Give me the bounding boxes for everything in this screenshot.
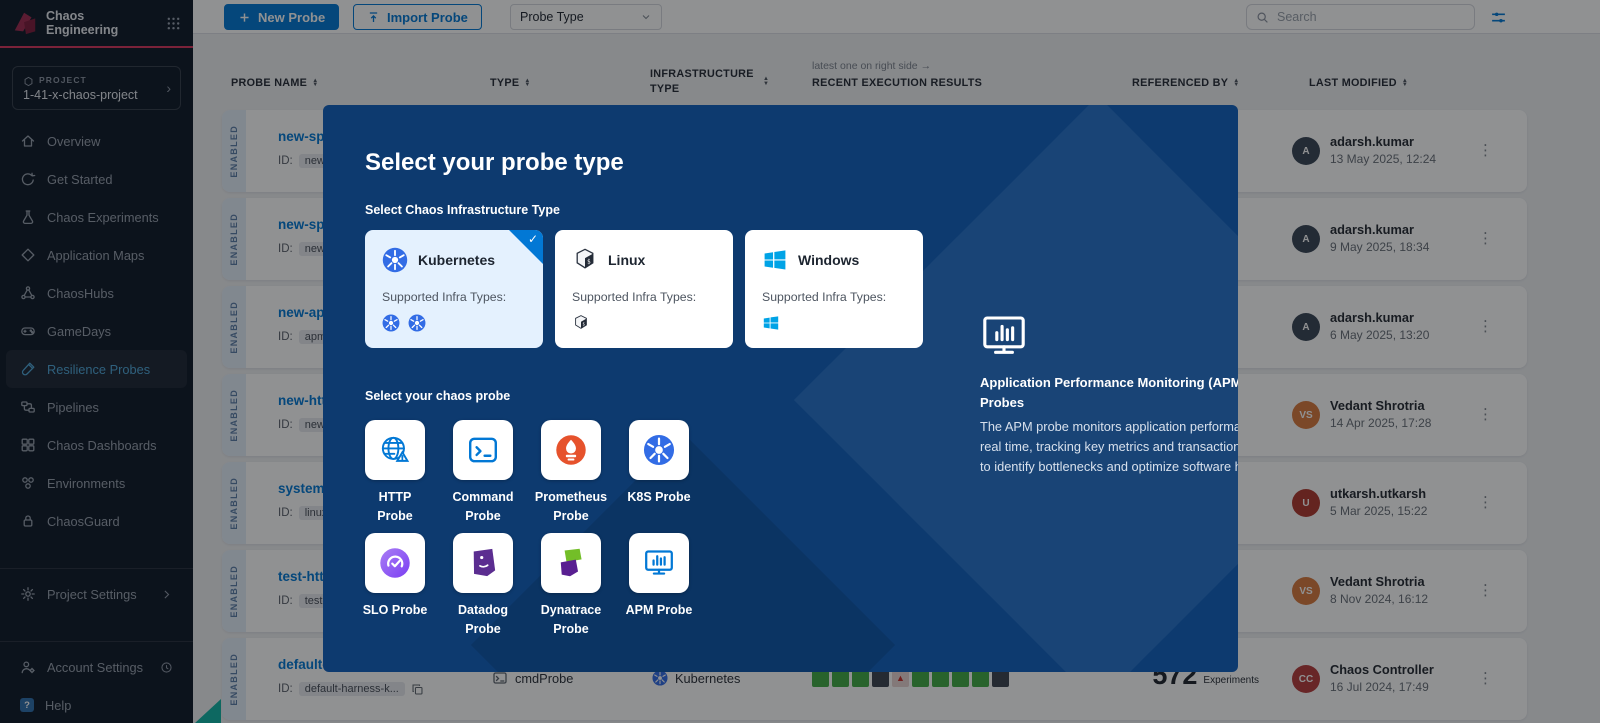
apm-probe-icon xyxy=(643,547,675,579)
probe-tile-apm-probe[interactable] xyxy=(629,533,689,593)
supported-infra-icons: $ xyxy=(572,314,716,332)
kubernetes-icon xyxy=(382,314,400,332)
app-root: Chaos Engineering PROJECT 1-41-x-chaos-p… xyxy=(0,0,1600,723)
datadog-icon xyxy=(467,547,499,579)
probe-tile-col: Datadog Probe xyxy=(453,533,513,593)
windows-icon xyxy=(762,247,788,273)
dynatrace-icon xyxy=(555,547,587,579)
monitor-icon xyxy=(980,312,1028,360)
infrastructure-name: Windows xyxy=(798,252,859,268)
command-probe-icon xyxy=(467,434,499,466)
supported-infra-label: Supported Infra Types: xyxy=(762,290,906,304)
probe-tile-col: SLO Probe xyxy=(365,533,425,593)
probe-tile-http-probe[interactable] xyxy=(365,420,425,480)
infrastructure-card-linux[interactable]: ✓ $ Linux Supported Infra Types: $ xyxy=(555,230,733,348)
probe-tile-prometheus-probe[interactable] xyxy=(541,420,601,480)
kubernetes-icon xyxy=(408,314,426,332)
probe-tile-label: K8S Probe xyxy=(615,488,703,507)
kubernetes-icon xyxy=(643,434,675,466)
infrastructure-card-kubernetes[interactable]: ✓ Kubernetes Supported Infra Types: xyxy=(365,230,543,348)
probe-tile-label: APM Probe xyxy=(615,601,703,620)
probe-tile-col: K8S Probe xyxy=(629,420,689,480)
probe-tile-command-probe[interactable] xyxy=(453,420,513,480)
select-probe-type-modal: Select your probe type Select Chaos Infr… xyxy=(323,105,1238,672)
infrastructure-name: Linux xyxy=(608,252,645,268)
supported-infra-icons xyxy=(382,314,526,332)
linux-icon: $ xyxy=(572,314,590,332)
probe-tile-datadog-probe[interactable] xyxy=(453,533,513,593)
probe-tile-label: Dynatrace Probe xyxy=(527,601,615,639)
kubernetes-icon xyxy=(382,247,408,273)
probe-tile-label: SLO Probe xyxy=(351,601,439,620)
probe-tile-col: HTTP Probe xyxy=(365,420,425,480)
infrastructure-card-windows[interactable]: ✓ Windows Supported Infra Types: xyxy=(745,230,923,348)
check-icon: ✓ xyxy=(528,232,538,246)
infrastructure-name: Kubernetes xyxy=(418,252,495,268)
supported-infra-icons xyxy=(762,314,906,332)
slo-probe-icon xyxy=(379,547,411,579)
probe-tile-k8s-probe[interactable] xyxy=(629,420,689,480)
probe-tile-col: Command Probe xyxy=(453,420,513,480)
probe-tile-label: Command Probe xyxy=(439,488,527,526)
probe-tile-label: Datadog Probe xyxy=(439,601,527,639)
linux-icon: $ xyxy=(572,247,598,273)
apm-detail-description: The APM probe monitors application perfo… xyxy=(980,417,1238,476)
infra-section-label: Select Chaos Infrastructure Type xyxy=(365,203,560,217)
windows-icon xyxy=(762,314,780,332)
probe-tile-slo-probe[interactable] xyxy=(365,533,425,593)
probe-tile-dynatrace-probe[interactable] xyxy=(541,533,601,593)
http-probe-icon xyxy=(379,434,411,466)
probe-tile-col: Prometheus Probe xyxy=(541,420,601,480)
probe-tile-col: APM Probe xyxy=(629,533,689,593)
probe-tile-col: Dynatrace Probe xyxy=(541,533,601,593)
supported-infra-label: Supported Infra Types: xyxy=(572,290,716,304)
probe-tile-label: HTTP Probe xyxy=(351,488,439,526)
svg-text:$: $ xyxy=(587,260,591,266)
probe-section-label: Select your chaos probe xyxy=(365,389,510,403)
prometheus-icon xyxy=(555,434,587,466)
supported-infra-label: Supported Infra Types: xyxy=(382,290,526,304)
probe-tile-label: Prometheus Probe xyxy=(527,488,615,526)
apm-detail-title: Application Performance Monitoring (APM)… xyxy=(980,373,1238,412)
modal-title: Select your probe type xyxy=(365,149,624,177)
